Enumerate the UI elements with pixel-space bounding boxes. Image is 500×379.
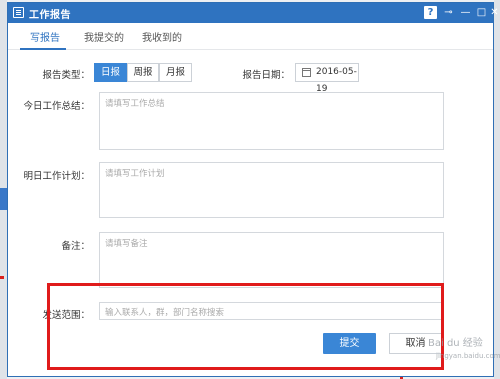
title-bar[interactable]: 工作报告 ? ⊸ — □ ✕ [8,3,499,23]
help-button[interactable]: ? [424,6,437,19]
report-date-value: 2016-05-19 [316,67,357,94]
note-textarea[interactable]: 请填写备注 [99,232,444,288]
tomorrow-plan-label: 明日工作计划： [23,171,90,182]
tab-write-report[interactable]: 写报告 [30,29,60,44]
report-date-field[interactable]: 2016-05-19 [295,63,359,94]
window-title: 工作报告 [29,10,71,21]
report-type-label: 报告类型： [42,70,90,81]
red-highlight-box [47,283,444,370]
tomorrow-plan-textarea[interactable]: 请填写工作计划 [99,162,444,218]
background-right-strip [494,0,500,379]
report-type-weekly[interactable]: 周报 [127,63,159,82]
background-red-mark [0,276,4,279]
minimize-button[interactable]: — [459,6,472,19]
note-label: 备注： [61,241,90,252]
background-blue-tab [0,188,7,210]
maximize-button[interactable]: □ [475,6,488,19]
report-date-label: 报告日期： [242,70,290,81]
report-type-monthly[interactable]: 月报 [159,63,192,82]
today-summary-label: 今日工作总结： [23,101,90,112]
close-button[interactable]: ✕ [488,6,500,19]
pin-icon[interactable]: ⊸ [442,6,455,19]
report-type-daily[interactable]: 日报 [94,63,127,82]
calendar-icon [302,68,311,77]
today-summary-textarea[interactable]: 请填写工作总结 [99,92,444,150]
tab-my-submitted[interactable]: 我提交的 [84,29,124,44]
active-tab-indicator [20,48,66,50]
tab-bar: 写报告 我提交的 我收到的 [8,23,493,50]
watermark-url: jingyan.baidu.com [436,352,500,360]
watermark-logo: Bai du 经验 [428,338,483,349]
report-icon [13,7,24,18]
tab-my-received[interactable]: 我收到的 [142,29,182,44]
work-report-dialog: 工作报告 ? ⊸ — □ ✕ 写报告 我提交的 我收到的 报告类型： 日报 周报… [7,2,500,377]
